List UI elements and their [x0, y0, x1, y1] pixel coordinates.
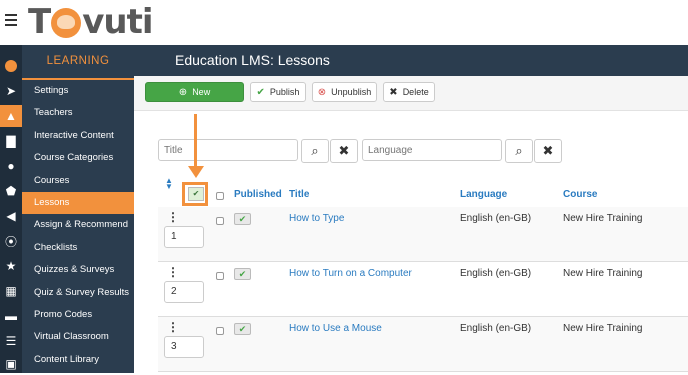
- table-row: ⋮ 2 ✔ How to Turn on a Computer English …: [158, 262, 688, 317]
- language-clear-button[interactable]: ✖: [534, 139, 562, 163]
- check-icon: ✔: [188, 187, 204, 201]
- sidebar-item-interactive-content[interactable]: Interactive Content: [22, 125, 134, 147]
- megaphone-icon[interactable]: ◀: [0, 205, 22, 227]
- x-circle-icon: ⊗: [317, 86, 327, 98]
- page-header: Education LMS: Lessons: [134, 45, 688, 76]
- title-clear-button[interactable]: ✖: [330, 139, 358, 163]
- search-icon: ⌕: [515, 143, 523, 158]
- sitemap-icon[interactable]: ☰: [0, 330, 22, 352]
- delete-button[interactable]: ✖ Delete: [383, 82, 435, 102]
- search-icon: ⌕: [311, 143, 319, 158]
- credit-card-icon[interactable]: ▬: [0, 305, 22, 327]
- row-checkbox[interactable]: [216, 217, 224, 225]
- table-icon[interactable]: ▦: [0, 280, 22, 302]
- sidebar: LEARNING Settings Teachers Interactive C…: [22, 45, 134, 373]
- lesson-title-link[interactable]: How to Type: [289, 213, 344, 224]
- avatar-icon[interactable]: [0, 55, 22, 77]
- published-toggle[interactable]: ✔: [234, 323, 251, 335]
- close-icon: ✖: [542, 143, 554, 158]
- ordering-input[interactable]: 3: [164, 336, 204, 358]
- graduation-cap-icon[interactable]: ▲: [0, 105, 22, 127]
- table-row: ⋮ 1 ✔ How to Type English (en-GB) New Hi…: [158, 207, 688, 262]
- drag-handle-icon[interactable]: ⋮: [167, 211, 179, 223]
- annotation-arrow-head: [188, 166, 204, 178]
- close-icon: ✖: [389, 86, 398, 98]
- sidebar-item-assign-recommend[interactable]: Assign & Recommend: [22, 214, 134, 236]
- top-bar: Tvuti: [0, 0, 688, 45]
- unpublish-button[interactable]: ⊗ Unpublish: [312, 82, 377, 102]
- language-search-input[interactable]: [362, 139, 502, 161]
- title-search-button[interactable]: ⌕: [301, 139, 329, 163]
- lesson-title-link[interactable]: How to Use a Mouse: [289, 323, 382, 334]
- bar-chart-icon[interactable]: ▇: [0, 130, 22, 152]
- sidebar-item-virtual-classroom[interactable]: Virtual Classroom: [22, 326, 134, 348]
- id-card-icon[interactable]: ▣: [0, 353, 22, 375]
- lesson-language: English (en-GB): [460, 323, 532, 334]
- sidebar-item-quiz-survey-results[interactable]: Quiz & Survey Results: [22, 282, 134, 304]
- drag-handle-icon[interactable]: ⋮: [167, 266, 179, 278]
- check-icon: ✔: [238, 269, 247, 279]
- lesson-language: English (en-GB): [460, 268, 532, 279]
- check-icon: ✔: [256, 86, 265, 98]
- tovuti-logo[interactable]: Tvuti: [28, 2, 153, 42]
- feed-icon[interactable]: ⦿: [0, 230, 22, 252]
- annotation-arrow-shaft: [194, 114, 197, 168]
- publish-button[interactable]: ✔ Publish: [250, 82, 306, 102]
- lesson-title-link[interactable]: How to Turn on a Computer: [289, 268, 412, 279]
- column-language[interactable]: Language: [460, 189, 507, 200]
- star-icon[interactable]: ★: [0, 255, 22, 277]
- drag-handle-icon[interactable]: ⋮: [167, 321, 179, 333]
- sidebar-item-quizzes-surveys[interactable]: Quizzes & Surveys: [22, 259, 134, 281]
- sidebar-item-course-categories[interactable]: Course Categories: [22, 147, 134, 169]
- sidebar-item-courses[interactable]: Courses: [22, 170, 134, 192]
- lesson-course: New Hire Training: [563, 213, 643, 224]
- new-button[interactable]: ⊕ New: [145, 82, 244, 102]
- title-search-input[interactable]: [158, 139, 298, 161]
- sidebar-item-content-library[interactable]: Content Library: [22, 349, 134, 371]
- users-icon[interactable]: ●: [0, 155, 22, 177]
- sidebar-item-lessons[interactable]: Lessons: [22, 191, 134, 215]
- plus-circle-icon: ⊕: [178, 86, 188, 98]
- lesson-course: New Hire Training: [563, 268, 643, 279]
- ordering-input[interactable]: 2: [164, 281, 204, 303]
- published-toggle[interactable]: ✔: [234, 268, 251, 280]
- table-row: ⋮ 3 ✔ How to Use a Mouse English (en-GB)…: [158, 317, 688, 372]
- published-toggle[interactable]: ✔: [234, 213, 251, 225]
- lesson-language: English (en-GB): [460, 213, 532, 224]
- icon-bar: ➤ ▲ ▇ ● ⬟ ◀ ⦿ ★ ▦ ▬ ☰ ▣: [0, 45, 22, 373]
- hamburger-menu-icon[interactable]: [5, 14, 17, 28]
- page-title: Education LMS: Lessons: [175, 52, 330, 68]
- row-checkbox[interactable]: [216, 327, 224, 335]
- sidebar-heading: LEARNING: [22, 45, 134, 80]
- select-all-checkbox[interactable]: [216, 192, 224, 200]
- toolbar: ⊕ New ✔ Publish ⊗ Unpublish ✖ Delete: [134, 76, 688, 111]
- sort-icon[interactable]: ▲ ▼: [165, 177, 173, 191]
- sidebar-item-teachers[interactable]: Teachers: [22, 102, 134, 124]
- rocket-icon[interactable]: ➤: [0, 80, 22, 102]
- sidebar-item-checklists[interactable]: Checklists: [22, 237, 134, 259]
- ordering-input[interactable]: 1: [164, 226, 204, 248]
- column-published[interactable]: Published: [234, 189, 282, 200]
- table-header: ▲ ▼ Published Title Language Course: [158, 177, 688, 208]
- row-checkbox[interactable]: [216, 272, 224, 280]
- check-icon: ✔: [238, 214, 247, 224]
- highlighted-published-column-toggle[interactable]: ✔: [182, 182, 208, 206]
- column-course[interactable]: Course: [563, 189, 597, 200]
- sidebar-item-settings[interactable]: Settings: [22, 80, 134, 102]
- language-search-button[interactable]: ⌕: [505, 139, 533, 163]
- lesson-course: New Hire Training: [563, 323, 643, 334]
- trophy-icon[interactable]: ⬟: [0, 180, 22, 202]
- column-title[interactable]: Title: [289, 189, 309, 200]
- sidebar-item-promo-codes[interactable]: Promo Codes: [22, 304, 134, 326]
- close-icon: ✖: [338, 143, 350, 158]
- check-icon: ✔: [238, 324, 247, 334]
